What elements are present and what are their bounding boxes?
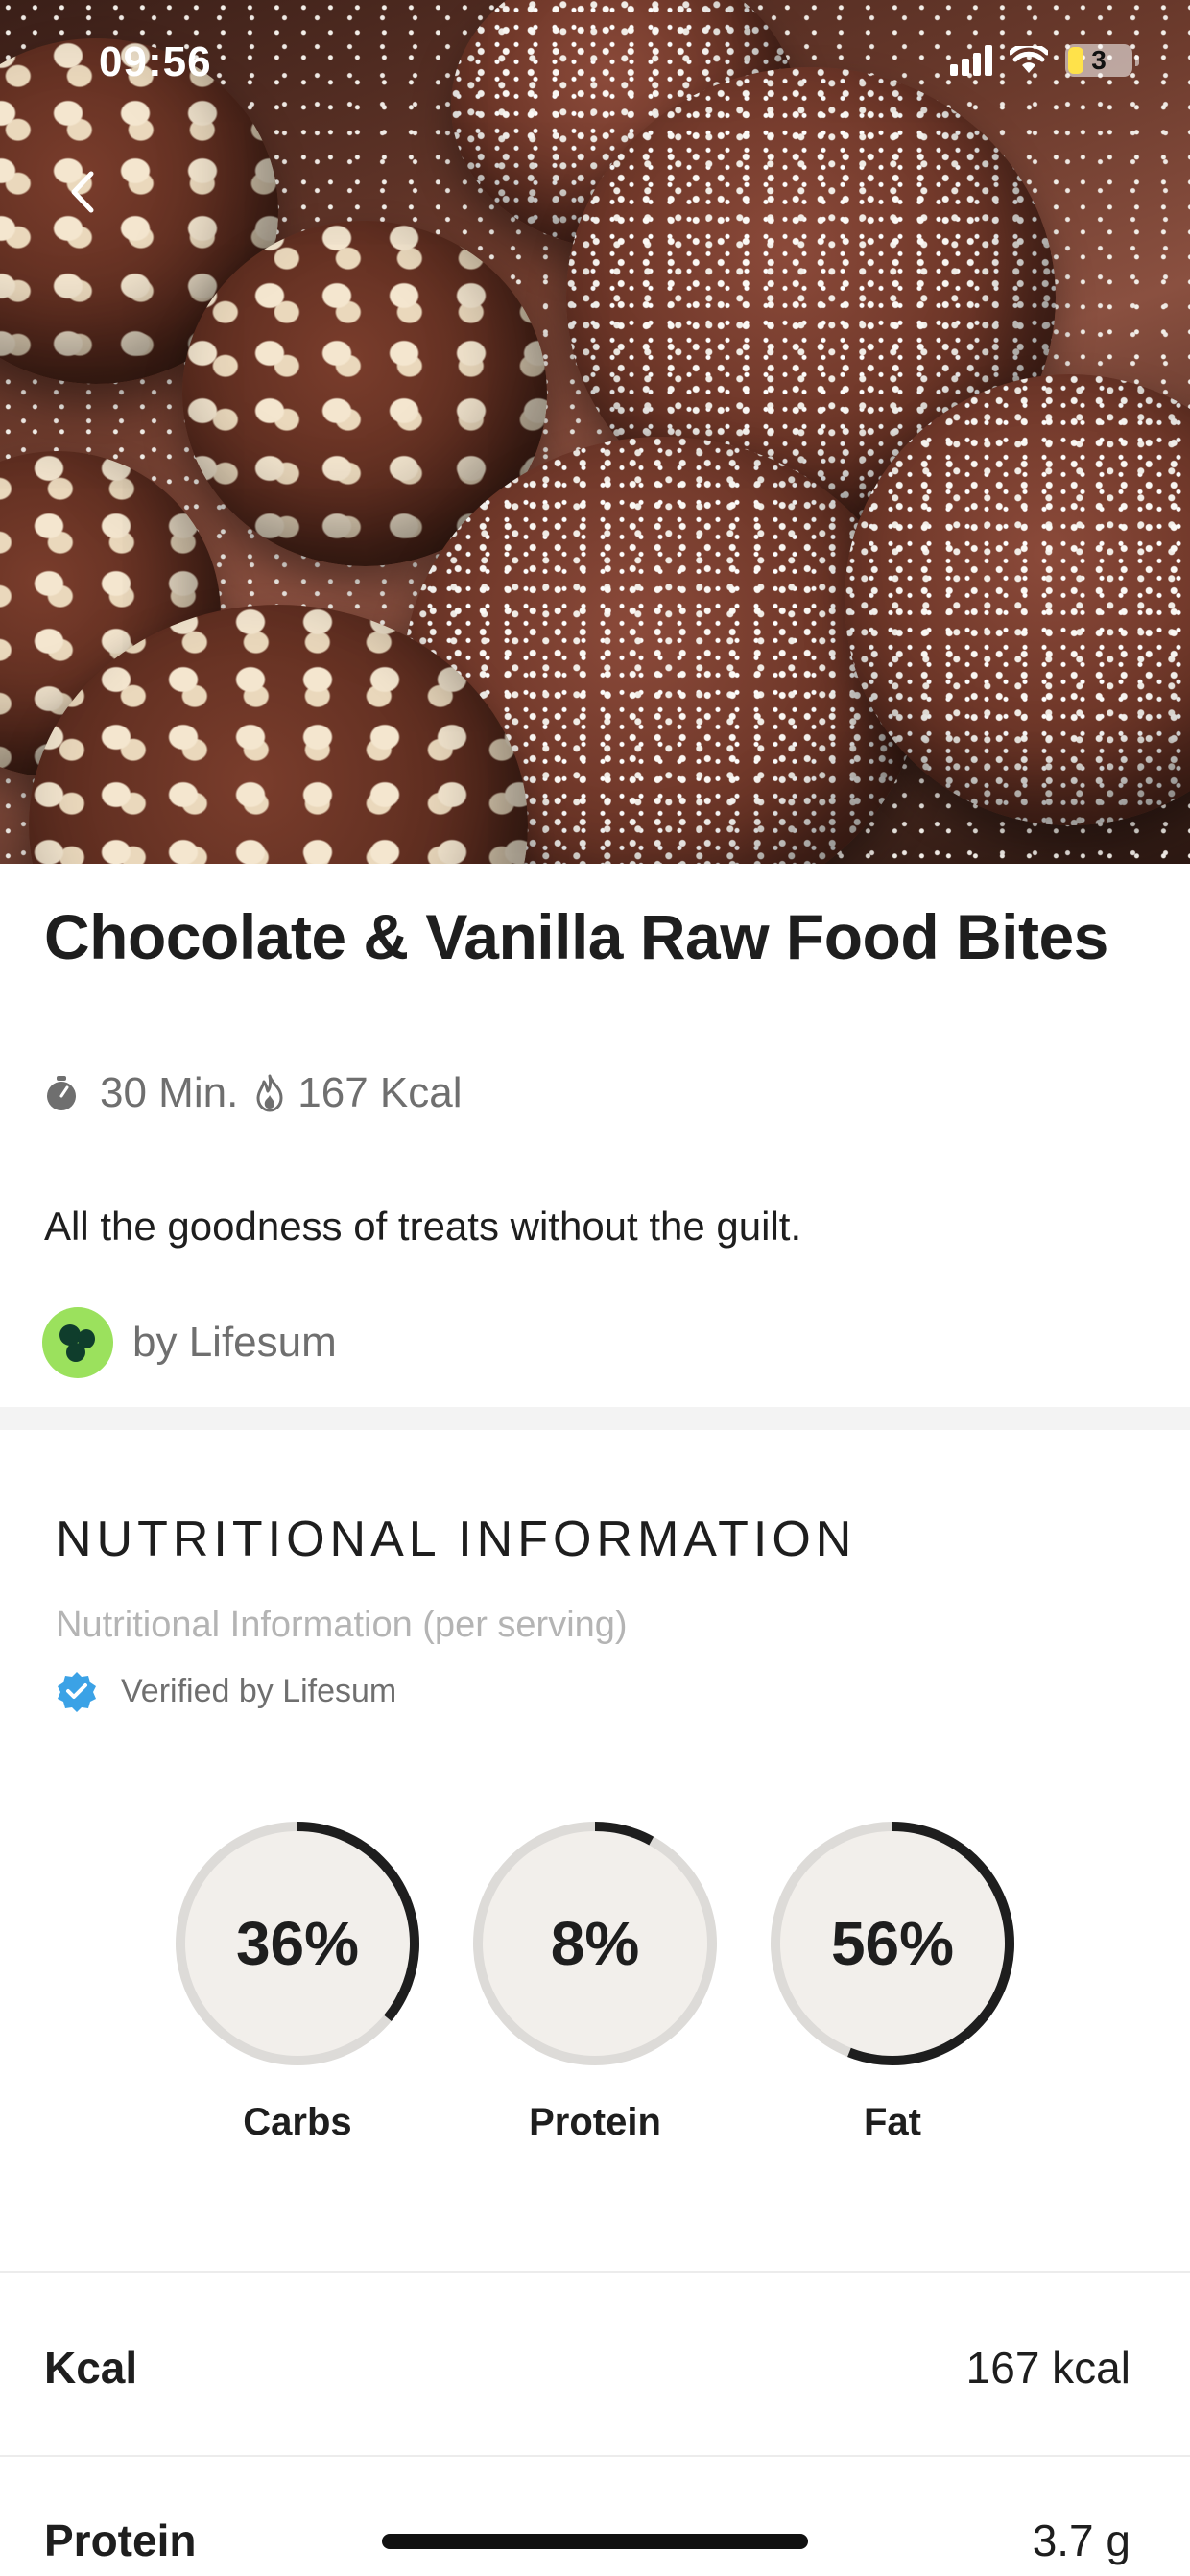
fat-label: Fat: [864, 2101, 921, 2143]
row-value: 3.7 g: [1032, 2516, 1130, 2565]
carbs-percent: 36%: [235, 1909, 360, 1978]
section-divider: [0, 1407, 1190, 1430]
macro-carbs: 36% Carbs: [173, 1819, 422, 2144]
stopwatch-icon: [44, 1074, 79, 1112]
recipe-meta: 30 Min. 167 Kcal: [44, 1069, 463, 1117]
protein-percent: 8%: [550, 1909, 640, 1978]
home-indicator[interactable]: [382, 2534, 808, 2549]
wifi-icon: [1010, 46, 1048, 73]
verified-row: Verified by Lifesum: [56, 1670, 396, 1712]
macro-protein: 8% Protein: [470, 1819, 720, 2144]
row-divider: [0, 2271, 1190, 2273]
nutrition-subtitle: Nutritional Information (per serving): [56, 1605, 628, 1645]
verified-badge-icon: [58, 1672, 96, 1712]
macro-rings: 36% Carbs 8% Protein 56% Fat: [173, 1819, 1017, 2164]
author-name: by Lifesum: [132, 1319, 337, 1366]
recipe-author[interactable]: by Lifesum: [42, 1307, 337, 1378]
row-divider: [0, 2455, 1190, 2457]
row-label: Protein: [44, 2516, 197, 2565]
row-label: Kcal: [44, 2343, 138, 2393]
lifesum-logo-icon: [42, 1307, 113, 1378]
recipe-time: 30 Min.: [100, 1069, 239, 1116]
nutrition-row-kcal: Kcal 167 kcal: [44, 2342, 1130, 2394]
recipe-calories: 167 Kcal: [298, 1069, 463, 1116]
cellular-signal-icon: [950, 45, 992, 76]
macro-fat: 56% Fat: [768, 1819, 1017, 2144]
status-time: 09:56: [99, 38, 212, 85]
back-button[interactable]: [54, 163, 111, 221]
battery-level: 3: [1091, 45, 1107, 75]
verified-label: Verified by Lifesum: [121, 1672, 397, 1709]
status-icons: 3: [950, 44, 1139, 77]
chevron-left-icon: [71, 171, 94, 213]
row-value: 167 kcal: [965, 2343, 1130, 2393]
status-bar: 09:56 3: [0, 0, 1190, 134]
flame-icon: [255, 1074, 284, 1112]
protein-label: Protein: [529, 2101, 661, 2143]
fat-percent: 56%: [830, 1909, 955, 1978]
recipe-description: All the goodness of treats without the g…: [44, 1204, 802, 1249]
battery-icon: 3: [1065, 44, 1139, 77]
nutrition-heading: NUTRITIONAL INFORMATION: [56, 1512, 857, 1567]
carbs-label: Carbs: [243, 2101, 352, 2143]
recipe-title: Chocolate & Vanilla Raw Food Bites: [44, 901, 1108, 972]
